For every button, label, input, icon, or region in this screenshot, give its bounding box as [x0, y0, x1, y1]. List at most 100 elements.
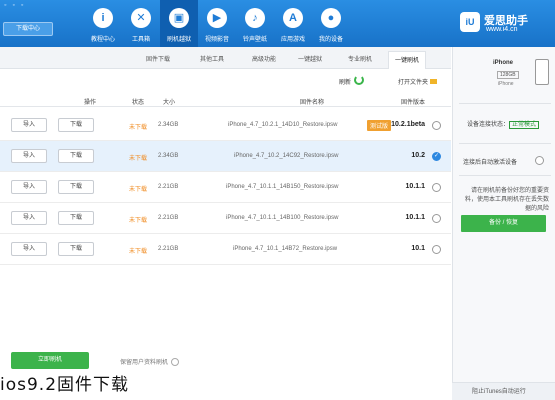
- table-header: 固件版本 固件名称 大小 状态 操作: [0, 93, 451, 107]
- table-row[interactable]: 10.2 iPhone_4.7_10.2_14C92_Restore.ipsw …: [0, 141, 451, 172]
- connection-value: 正常模式: [509, 121, 540, 129]
- table-row[interactable]: 10.1.1 iPhone_4.7_10.1.1_14B100_Restore.…: [0, 203, 451, 234]
- flash-now-button[interactable]: 立即刷机: [11, 352, 89, 369]
- auto-activate-option[interactable]: 连接后自动激活设备: [463, 156, 544, 166]
- nav-my-device[interactable]: ● 我的设备: [312, 0, 350, 47]
- download-status: 未下载: [129, 187, 148, 193]
- col-size: 大小: [163, 100, 176, 106]
- device-name: iPhone: [493, 60, 514, 66]
- nav-label: 应用游戏: [280, 37, 305, 43]
- auto-activate-label: 连接后自动激活设备: [463, 160, 518, 166]
- user-icon: ●: [321, 8, 341, 28]
- bell-icon: ♪: [245, 8, 265, 28]
- download-button[interactable]: 下载: [58, 211, 94, 225]
- divider: [459, 143, 551, 144]
- retain-data-radio[interactable]: [171, 358, 180, 367]
- firmware-name: iPhone_4.7_10.2.1_14D10_Restore.ipsw: [228, 122, 338, 128]
- nav-flash-jailbreak[interactable]: ▣ 刷机越狱: [160, 0, 198, 47]
- device-model: iPhone: [498, 81, 514, 87]
- tab-jailbreak[interactable]: 一键越狱: [298, 54, 322, 63]
- toolbar: 刷新 打开文件夹: [0, 69, 451, 93]
- device-capacity: 128GB: [497, 71, 519, 79]
- row-radio[interactable]: [432, 183, 441, 192]
- row-radio[interactable]: [432, 152, 441, 161]
- main-nav: i 教程中心 ✕ 工具箱 ▣ 刷机越狱 ▶ 视频影音 ♪ 铃声壁纸 A 应用游戏…: [84, 0, 350, 47]
- firmware-version: 10.2.1beta: [391, 121, 425, 128]
- nav-label: 工具箱: [131, 37, 150, 43]
- row-radio[interactable]: [432, 245, 441, 254]
- refresh-label[interactable]: 刷新: [339, 77, 351, 86]
- tab-other-tools[interactable]: 其他工具: [200, 54, 224, 63]
- download-status: 未下载: [129, 125, 148, 131]
- nav-ringtones[interactable]: ♪ 铃声壁纸: [236, 0, 274, 47]
- nav-tutorial[interactable]: i 教程中心: [84, 0, 122, 47]
- col-name: 固件名称: [300, 100, 325, 106]
- firmware-size: 2.34GB: [158, 153, 179, 159]
- row-radio[interactable]: [432, 214, 441, 223]
- firmware-version: 10.2: [411, 152, 425, 159]
- firmware-version: 10.1: [411, 245, 425, 252]
- col-action: 操作: [84, 100, 97, 106]
- col-version: 固件版本: [401, 100, 426, 106]
- download-button[interactable]: 下载: [58, 180, 94, 194]
- top-bar: ◦ ◦ ◦ 下载中心 i 教程中心 ✕ 工具箱 ▣ 刷机越狱 ▶ 视频影音 ♪ …: [0, 0, 555, 47]
- nav-apps[interactable]: A 应用游戏: [274, 0, 312, 47]
- firmware-name: iPhone_4.7_10.1_14B72_Restore.ipsw: [233, 246, 338, 252]
- brand-url: www.i4.cn: [486, 26, 518, 33]
- firmware-version: 10.1.1: [405, 183, 425, 190]
- import-button[interactable]: 导入: [11, 242, 47, 256]
- backup-restore-button[interactable]: 备份 / 恢复: [461, 215, 546, 232]
- firmware-name: iPhone_4.7_10.1.1_14B150_Restore.ipsw: [226, 184, 339, 190]
- table-row[interactable]: 10.1.1 iPhone_4.7_10.1.1_14B150_Restore.…: [0, 172, 451, 203]
- download-center-button[interactable]: 下载中心: [3, 22, 53, 36]
- signal-icon: ◦ ◦ ◦: [4, 2, 26, 9]
- beta-badge: 测试版: [366, 120, 391, 131]
- firmware-name: iPhone_4.7_10.1.1_14B100_Restore.ipsw: [226, 215, 339, 221]
- download-button[interactable]: 下载: [58, 242, 94, 256]
- table-row[interactable]: 10.2.1beta 测试版 iPhone_4.7_10.2.1_14D10_R…: [0, 110, 451, 141]
- firmware-version: 10.1.1: [405, 214, 425, 221]
- box-icon: ▣: [169, 8, 189, 28]
- sub-tabs: 固件下载 其他工具 高级功能 一键越狱 专业刷机 一键刷机: [0, 47, 451, 69]
- nav-video[interactable]: ▶ 视频影音: [198, 0, 236, 47]
- download-button[interactable]: 下载: [58, 149, 94, 163]
- itunes-autorun-toggle[interactable]: 阻止iTunes自动运行: [452, 382, 555, 400]
- col-status: 状态: [132, 100, 145, 106]
- table-row[interactable]: 10.1 iPhone_4.7_10.1_14B72_Restore.ipsw …: [0, 234, 451, 265]
- caption: ios9.2固件下载: [0, 370, 134, 395]
- tab-advanced[interactable]: 高级功能: [252, 54, 276, 63]
- firmware-size: 2.21GB: [158, 215, 179, 221]
- connection-label: 设备连接状态：: [467, 122, 510, 128]
- download-status: 未下载: [129, 156, 148, 162]
- nav-label: 刷机越狱: [166, 37, 191, 43]
- app-store-icon: A: [283, 8, 303, 28]
- nav-toolbox[interactable]: ✕ 工具箱: [122, 0, 160, 47]
- open-folder-button[interactable]: 打开文件夹: [398, 77, 437, 86]
- phone-icon: [535, 59, 549, 85]
- import-button[interactable]: 导入: [11, 211, 47, 225]
- firmware-size: 2.21GB: [158, 184, 179, 190]
- refresh-icon[interactable]: [354, 75, 364, 85]
- import-button[interactable]: 导入: [11, 149, 47, 163]
- info-icon: i: [93, 8, 113, 28]
- firmware-size: 2.34GB: [158, 122, 179, 128]
- tab-firmware[interactable]: 固件下载: [146, 54, 170, 63]
- tab-pro-flash[interactable]: 专业刷机: [348, 54, 372, 63]
- row-radio[interactable]: [432, 121, 441, 130]
- tab-one-click-flash[interactable]: 一键刷机: [388, 51, 427, 69]
- import-button[interactable]: 导入: [11, 118, 47, 132]
- auto-activate-radio[interactable]: [535, 156, 544, 165]
- nav-label: 铃声壁纸: [242, 37, 267, 43]
- firmware-name: iPhone_4.7_10.2_14C92_Restore.ipsw: [234, 153, 339, 159]
- download-button[interactable]: 下载: [58, 118, 94, 132]
- device-panel: iPhone 128GB iPhone 设备连接状态： 正常模式 连接后自动激活设…: [452, 47, 555, 400]
- open-folder-label: 打开文件夹: [397, 80, 428, 86]
- import-button[interactable]: 导入: [11, 180, 47, 194]
- divider: [459, 175, 551, 176]
- retain-data-option[interactable]: 保留用户资料刷机: [120, 357, 180, 367]
- download-status: 未下载: [129, 218, 148, 224]
- divider: [459, 103, 551, 104]
- brand: iU 爱思助手 www.i4.cn: [458, 10, 552, 40]
- nav-label: 教程中心: [90, 37, 115, 43]
- nav-label: 视频影音: [204, 37, 229, 43]
